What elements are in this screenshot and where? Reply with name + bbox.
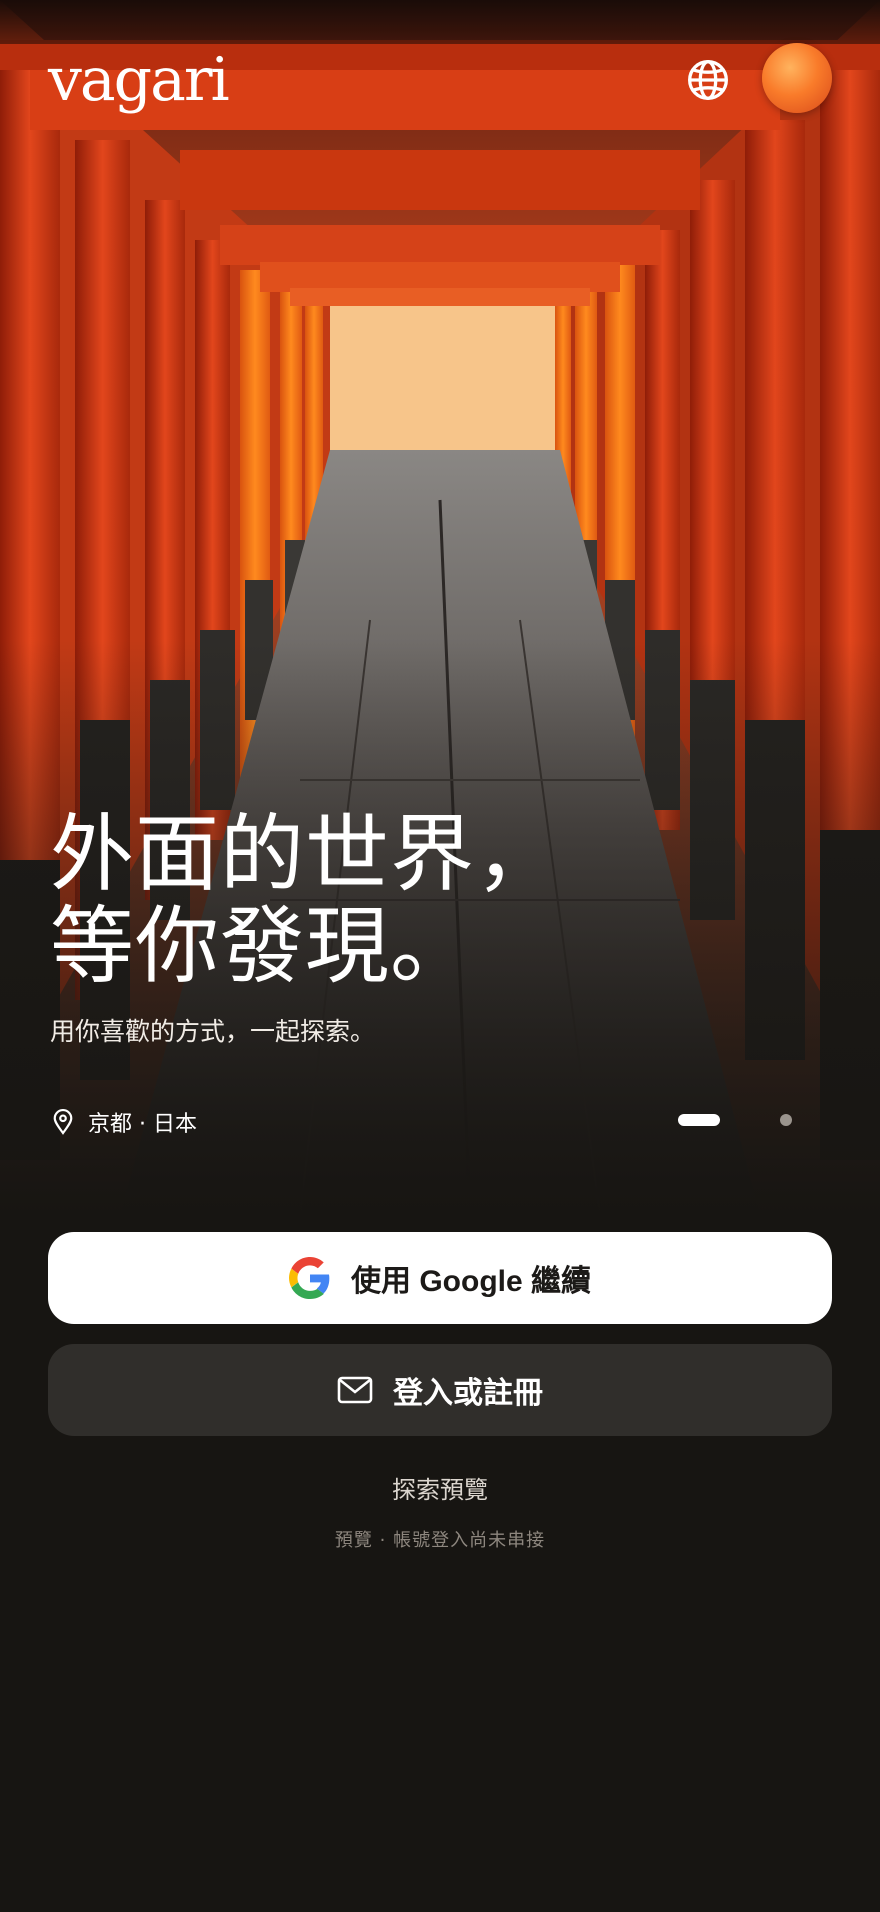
hero-headline: 外面的世界， 等你發現。 — [50, 808, 560, 992]
hero-section: vagari 外面的世界， 等你發現。 用你喜歡的方式，一起探索。 京都 · 日… — [0, 0, 880, 1215]
location-text: 京都 · 日本 — [88, 1112, 197, 1137]
headline-line-1: 外面的世界， — [50, 805, 561, 903]
explore-preview-link[interactable]: 探索預覽 — [0, 1470, 880, 1505]
carousel-indicator[interactable] — [676, 1112, 796, 1128]
google-continue-button[interactable]: 使用 Google 繼續 — [48, 1232, 832, 1324]
user-avatar[interactable] — [762, 43, 832, 113]
map-pin-icon — [53, 1109, 73, 1135]
email-signin-button[interactable]: 登入或註冊 — [48, 1344, 832, 1436]
mail-icon — [337, 1376, 373, 1404]
email-button-label: 登入或註冊 — [393, 1377, 543, 1410]
preview-note: 預覽 · 帳號登入尚未串接 — [334, 1530, 546, 1551]
status-bar-shade — [0, 0, 880, 44]
globe-icon — [688, 60, 728, 100]
language-button[interactable] — [684, 56, 732, 104]
carousel-dot-active[interactable] — [678, 1114, 720, 1126]
brand-logo[interactable]: vagari — [48, 50, 230, 110]
google-icon — [289, 1257, 330, 1299]
carousel-dot[interactable] — [780, 1114, 792, 1126]
google-button-label: 使用 Google 繼續 — [351, 1265, 591, 1298]
hero-subtitle: 用你喜歡的方式，一起探索。 — [50, 1017, 376, 1046]
headline-line-2: 等你發現。 — [50, 897, 476, 995]
location-label: 京都 · 日本 — [52, 1104, 197, 1140]
